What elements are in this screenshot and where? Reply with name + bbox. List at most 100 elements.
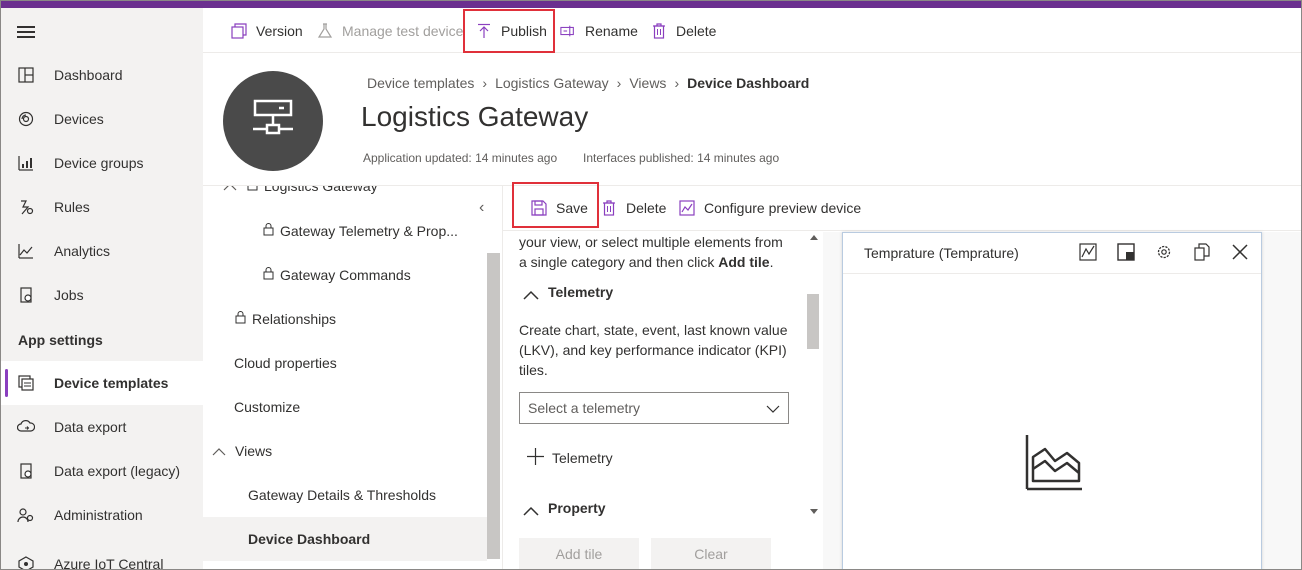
chevron-right-icon: › [616,75,622,91]
nav-label: Data export [54,419,127,435]
telemetry-desc-1: Create chart, state, event, last known v… [519,322,788,338]
tree-item-customize[interactable]: Customize [234,385,300,429]
jobs-icon [17,286,35,304]
tree-item-views[interactable]: Views [212,429,272,473]
breadcrumb-logistics-gateway[interactable]: Logistics Gateway [495,75,609,91]
nav-item-jobs[interactable]: Jobs [1,273,203,317]
library-intro-line2: a single category and then click Add til… [519,254,774,270]
nav-item-device-groups[interactable]: Device groups [1,141,203,185]
tree-scrollbar[interactable] [487,253,500,559]
copy-icon[interactable] [1193,243,1211,261]
rename-button[interactable]: Rename [560,8,638,53]
nav-item-azure-iot-central[interactable]: Azure IoT Central [1,542,203,570]
nav-label: Analytics [54,243,111,259]
tile-actions [1079,243,1249,261]
hamburger-menu-icon[interactable] [17,26,35,38]
telemetry-tile[interactable]: Temprature (Temprature) [842,232,1262,569]
template-tree: Logistics Gateway Gateway Telemetry & Pr… [203,185,503,569]
telemetry-desc-3: tiles. [519,362,548,378]
add-telemetry-button[interactable]: Telemetry [527,448,613,468]
app-settings-heading: App settings [18,332,103,348]
device-groups-icon [17,154,35,172]
chevron-down-icon [766,400,780,416]
nav-item-rules[interactable]: Rules [1,185,203,229]
clear-button[interactable]: Clear [651,538,771,569]
nav-item-devices[interactable]: Devices [1,97,203,141]
administration-icon [17,506,35,524]
page-title: Logistics Gateway [361,101,589,132]
tree-item-gateway-details[interactable]: Gateway Details & Thresholds [248,473,436,517]
tile-size-icon[interactable] [1117,243,1135,261]
nav-item-data-export-legacy[interactable]: Data export (legacy) [1,449,203,493]
left-nav: Dashboard Devices Device groups Rules An… [1,8,203,570]
chevron-up-icon [212,443,226,459]
trash-icon [651,22,667,39]
top-accent-bar [1,1,1301,8]
data-export-legacy-icon [17,462,35,480]
chevron-right-icon: › [482,75,488,91]
tile-header-divider [843,273,1261,274]
nav-label: Data export (legacy) [54,463,181,479]
telemetry-select[interactable]: Select a telemetry [519,392,789,424]
chevron-up-icon [223,186,237,194]
dashboard-icon [17,66,35,84]
tree-item-relationships[interactable]: Relationships [235,297,336,341]
library-intro-line1: your view, or select multiple elements f… [519,234,783,250]
nav-label: Rules [54,199,90,215]
tree-item-device-dashboard[interactable]: Device Dashboard [203,517,487,561]
tree-root[interactable]: Logistics Gateway [223,186,378,208]
trash-icon [601,200,617,216]
nav-item-dashboard[interactable]: Dashboard [1,53,203,97]
azure-iot-central-icon [17,555,35,569]
breadcrumb-views[interactable]: Views [629,75,666,91]
lock-icon [263,223,274,239]
delete-template-button[interactable]: Delete [651,8,716,53]
nav-label: Administration [54,507,143,523]
version-icon [231,22,247,39]
breadcrumb: Device templates › Logistics Gateway › V… [367,75,809,91]
data-export-icon [17,418,35,436]
close-icon[interactable] [1231,243,1249,261]
nav-item-analytics[interactable]: Analytics [1,229,203,273]
tree-item-cloud-properties[interactable]: Cloud properties [234,341,337,385]
app-updated-text: Application updated: 14 minutes ago [363,151,558,165]
telemetry-desc-2: (LKV), and key performance indicator (KP… [519,342,787,358]
collapse-panel-icon[interactable]: ‹ [479,199,484,217]
tree-item-gateway-telemetry[interactable]: Gateway Telemetry & Prop... [263,209,458,253]
chevron-right-icon: › [674,75,680,91]
lock-icon [235,311,246,327]
tile-title: Temprature (Temprature) [864,245,1019,261]
publish-highlight-box [463,9,555,53]
delete-view-button[interactable]: Delete [601,186,666,230]
area-chart-icon [1025,433,1083,494]
breadcrumb-device-templates[interactable]: Device templates [367,75,474,91]
breadcrumb-current: Device Dashboard [687,75,810,91]
manage-test-device-button[interactable]: Manage test device [317,8,463,53]
analytics-icon [17,242,35,260]
nav-label: Device templates [54,375,169,391]
property-section-header[interactable]: Property [523,500,606,516]
view-command-bar: Save Delete Configure preview device [503,185,1301,231]
add-tile-button[interactable]: Add tile [519,538,639,569]
library-scrollbar[interactable] [807,232,821,522]
telemetry-section-header[interactable]: Telemetry [523,284,613,300]
version-button[interactable]: Version [231,8,303,53]
tree-item-gateway-commands[interactable]: Gateway Commands [263,253,411,297]
nav-item-data-export[interactable]: Data export [1,405,203,449]
library-scroll-thumb[interactable] [807,294,819,349]
nav-label: Devices [54,111,104,127]
tile-library-panel: your view, or select multiple elements f… [503,232,823,569]
rename-icon [560,23,576,39]
lock-icon [247,186,258,194]
nav-item-administration[interactable]: Administration [1,493,203,537]
save-highlight-box [512,182,599,228]
nav-item-device-templates[interactable]: Device templates [1,361,203,405]
gear-icon[interactable] [1155,243,1173,261]
configure-preview-device-button[interactable]: Configure preview device [679,186,861,230]
chevron-up-icon [523,287,539,300]
chevron-up-icon [523,503,539,516]
nav-label: Azure IoT Central [54,556,164,570]
nav-label: Device groups [54,155,144,171]
change-visualization-icon[interactable] [1079,243,1097,261]
device-templates-icon [17,374,35,392]
